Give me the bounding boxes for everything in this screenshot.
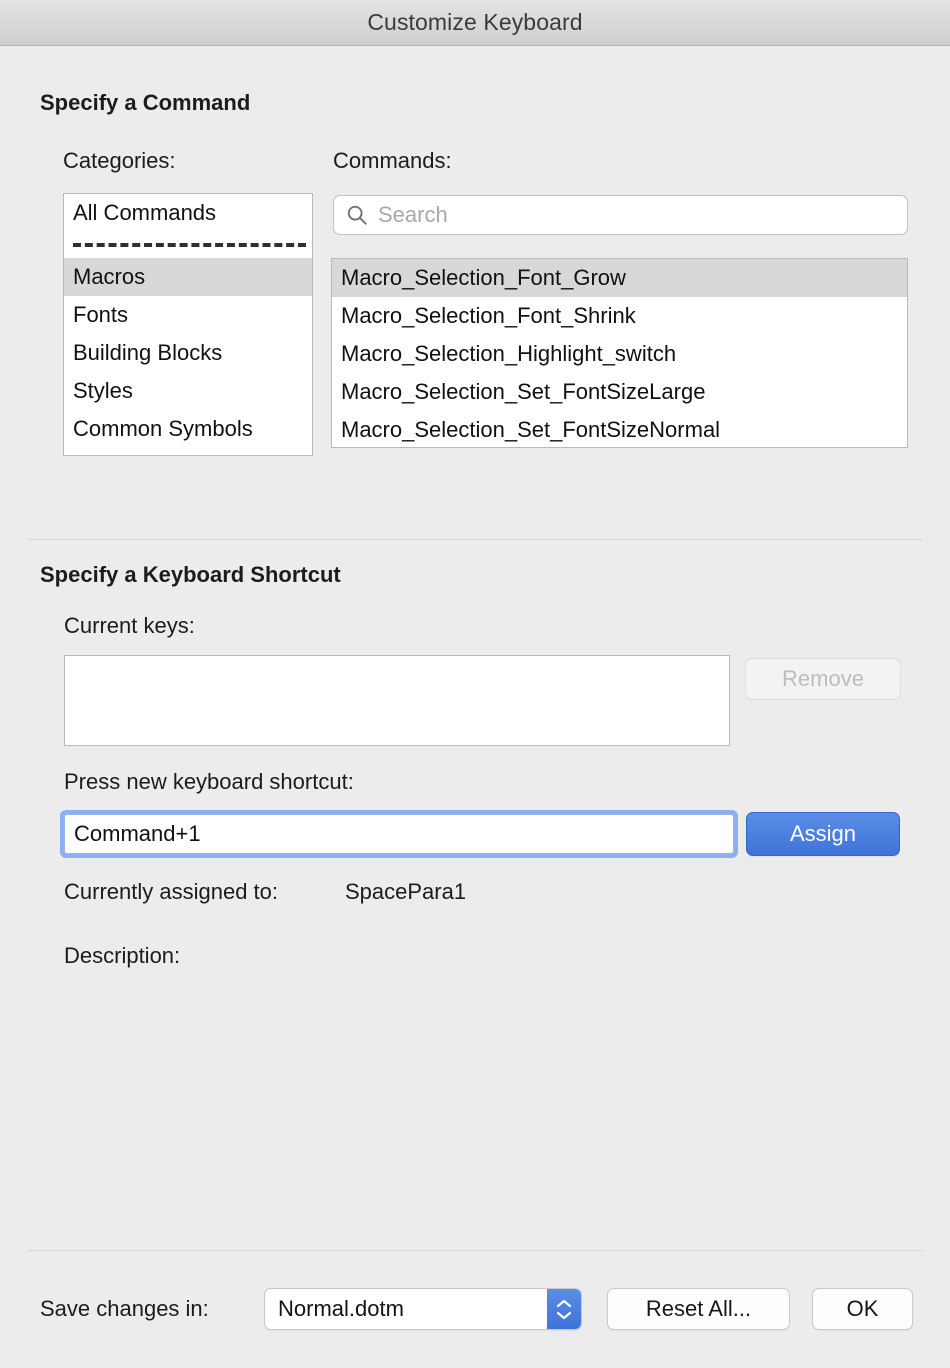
search-icon <box>347 205 367 225</box>
chevron-down-icon <box>556 1311 572 1319</box>
commands-label: Commands: <box>333 148 452 173</box>
dashed-separator-line <box>73 243 306 247</box>
categories-list[interactable]: All Commands Macros Fonts Building Block… <box>63 193 313 456</box>
category-label: Building Blocks <box>73 340 223 365</box>
reset-all-button[interactable]: Reset All... <box>607 1288 790 1330</box>
description-label: Description: <box>64 943 181 968</box>
current-keys-label: Current keys: <box>64 613 195 638</box>
command-label: Macro_Selection_Font_Shrink <box>341 303 636 328</box>
command-item-font-shrink[interactable]: Macro_Selection_Font_Shrink <box>332 297 907 335</box>
category-item-styles[interactable]: Styles <box>64 372 312 410</box>
category-item-building-blocks[interactable]: Building Blocks <box>64 334 312 372</box>
command-label: Macro_Selection_Set_FontSizeNormal <box>341 417 721 442</box>
search-input[interactable]: Search <box>333 195 908 235</box>
category-label: All Commands <box>73 200 217 225</box>
category-label: Fonts <box>73 302 129 327</box>
save-target-popup[interactable]: Normal.dotm <box>264 1288 582 1330</box>
current-keys-box[interactable] <box>64 655 730 746</box>
category-label: Common Symbols <box>73 416 253 441</box>
category-separator <box>64 232 312 258</box>
section-divider-bottom <box>28 1250 922 1251</box>
command-item-font-grow[interactable]: Macro_Selection_Font_Grow <box>332 259 907 297</box>
search-placeholder: Search <box>378 202 448 227</box>
command-label: Macro_Selection_Font_Grow <box>341 265 626 290</box>
window-titlebar: Customize Keyboard <box>0 0 950 46</box>
category-label: Styles <box>73 378 133 403</box>
ok-button[interactable]: OK <box>812 1288 913 1330</box>
category-label: Macros <box>73 264 146 289</box>
commands-list[interactable]: Macro_Selection_Font_Grow Macro_Selectio… <box>331 258 908 448</box>
command-item-highlight-switch[interactable]: Macro_Selection_Highlight_switch <box>332 335 907 373</box>
currently-assigned-value: SpacePara1 <box>345 879 467 904</box>
assign-button-label: Assign <box>789 821 857 846</box>
press-new-shortcut-label: Press new keyboard shortcut: <box>64 769 354 794</box>
chevron-up-icon <box>556 1299 572 1307</box>
category-item-common-symbols[interactable]: Common Symbols <box>64 410 312 448</box>
assign-button[interactable]: Assign <box>746 812 900 856</box>
save-target-value: Normal.dotm <box>278 1296 404 1321</box>
section-divider-top <box>28 539 922 540</box>
command-item-fontsize-normal[interactable]: Macro_Selection_Set_FontSizeNormal <box>332 411 907 447</box>
specify-shortcut-heading: Specify a Keyboard Shortcut <box>40 562 341 587</box>
new-shortcut-input[interactable]: Command+1 <box>60 810 738 858</box>
reset-all-button-label: Reset All... <box>645 1296 752 1321</box>
category-item-macros[interactable]: Macros <box>64 258 312 296</box>
chevron-up-down-icon[interactable] <box>547 1289 581 1329</box>
new-shortcut-value: Command+1 <box>74 821 201 846</box>
command-label: Macro_Selection_Highlight_switch <box>341 341 677 366</box>
remove-button-label: Remove <box>782 666 864 691</box>
remove-button[interactable]: Remove <box>745 658 901 700</box>
window-title: Customize Keyboard <box>367 9 583 35</box>
category-item-all-commands[interactable]: All Commands <box>64 194 312 232</box>
category-item-fonts[interactable]: Fonts <box>64 296 312 334</box>
command-item-fontsize-large[interactable]: Macro_Selection_Set_FontSizeLarge <box>332 373 907 411</box>
current-keys-value <box>65 656 729 662</box>
customize-keyboard-dialog: Customize Keyboard Specify a Command Cat… <box>0 0 950 1368</box>
ok-button-label: OK <box>846 1296 879 1321</box>
command-label: Macro_Selection_Set_FontSizeLarge <box>341 379 706 404</box>
save-changes-label: Save changes in: <box>40 1296 209 1321</box>
currently-assigned-label: Currently assigned to: <box>64 879 278 904</box>
specify-command-heading: Specify a Command <box>40 90 251 115</box>
categories-label: Categories: <box>63 148 176 173</box>
